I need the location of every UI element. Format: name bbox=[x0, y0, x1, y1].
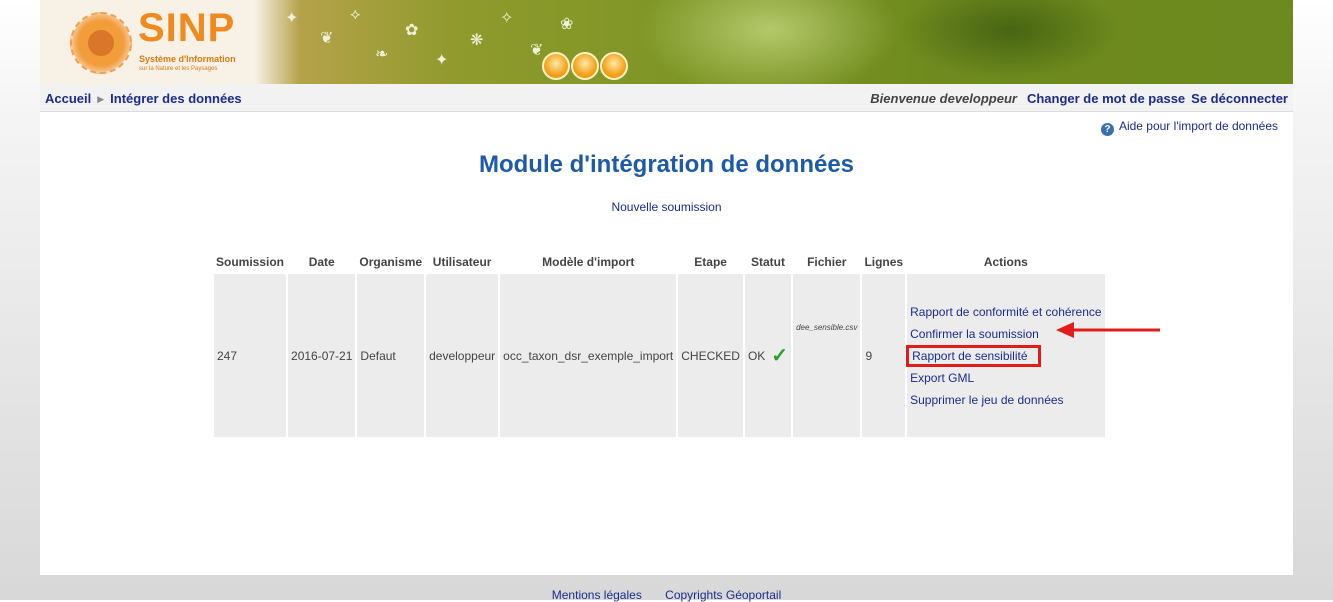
delete-dataset-link[interactable]: Supprimer le jeu de données bbox=[910, 393, 1063, 407]
cell-actions: Rapport de conformité et cohérence Confi… bbox=[906, 274, 1105, 437]
cell-model: occ_taxon_dsr_exemple_import bbox=[500, 274, 677, 437]
column-header-utilisateur: Utilisateur bbox=[432, 255, 492, 269]
export-gml-link[interactable]: Export GML bbox=[910, 371, 974, 385]
breadcrumb-current-link[interactable]: Intégrer des données bbox=[110, 91, 241, 106]
table-row: 247 2016-07-21 Defaut developpeur occ_ta… bbox=[214, 274, 1105, 437]
fish-silhouette-icon: ⟡ bbox=[350, 6, 361, 23]
logo-name: SINP bbox=[138, 6, 236, 50]
bird-silhouette-icon: ✦ bbox=[435, 52, 449, 69]
sinp-logo-emblem bbox=[70, 12, 132, 74]
column-header-lignes: Lignes bbox=[864, 255, 904, 269]
help-link[interactable]: ? Aide pour l'import de données bbox=[1100, 119, 1278, 136]
bird-silhouette-icon: ✧ bbox=[500, 10, 514, 27]
cell-status: OK ✓ bbox=[744, 274, 792, 437]
plant-silhouette-icon: ❧ bbox=[375, 46, 389, 63]
new-submission-link[interactable]: Nouvelle soumission bbox=[611, 200, 721, 214]
cell-lines: 9 bbox=[862, 274, 906, 437]
column-header-etape: Etape bbox=[694, 255, 727, 269]
column-header-fichier: Fichier bbox=[807, 255, 847, 269]
cell-submission: 247 bbox=[214, 274, 287, 437]
theme-icon-3 bbox=[600, 52, 628, 80]
cell-file: dee_sensible.csv bbox=[793, 274, 861, 437]
main-panel: ? Aide pour l'import de données Module d'… bbox=[40, 112, 1293, 575]
column-header-soumission: Soumission bbox=[216, 255, 285, 269]
cell-user: developpeur bbox=[426, 274, 499, 437]
banner-shade bbox=[900, 0, 1120, 80]
bird-silhouette-icon: ✦ bbox=[285, 10, 299, 27]
banner-glow bbox=[640, 0, 900, 84]
page-title: Module d'intégration de données bbox=[478, 151, 855, 178]
logo-subtitle-small: sur la Nature et les Paysages bbox=[139, 66, 218, 72]
cell-step: CHECKED bbox=[678, 274, 743, 437]
user-box: Bienvenue developpeur Changer de mot de p… bbox=[870, 91, 1288, 106]
header-banner: SINP Système d'Information sur la Nature… bbox=[40, 0, 1293, 84]
annotation-arrow-icon bbox=[1056, 322, 1160, 338]
column-header-statut: Statut bbox=[751, 255, 785, 269]
leaf-silhouette-icon: ❦ bbox=[530, 42, 544, 59]
confirm-submission-link[interactable]: Confirmer la soumission bbox=[910, 327, 1039, 341]
breadcrumb-home-link[interactable]: Accueil bbox=[45, 91, 91, 106]
check-icon: ✓ bbox=[771, 345, 789, 367]
conformity-report-link[interactable]: Rapport de conformité et cohérence bbox=[910, 305, 1101, 319]
theme-icon-2 bbox=[571, 52, 599, 80]
logo-subtitle: Système d'Information bbox=[139, 54, 236, 64]
top-nav-bar: Accueil ▶ Intégrer des données Bienvenue d… bbox=[40, 84, 1293, 112]
change-password-link[interactable]: Changer de mot de passe bbox=[1027, 91, 1185, 106]
column-header-actions: Actions bbox=[983, 255, 1028, 269]
status-text: OK bbox=[747, 349, 766, 363]
help-link-label: Aide pour l'import de données bbox=[1118, 119, 1278, 133]
cell-date: 2016-07-21 bbox=[288, 274, 356, 437]
new-submission: Nouvelle soumission bbox=[40, 200, 1293, 214]
animal-silhouette-icon: ✿ bbox=[405, 22, 419, 39]
column-header-modele: Modèle d'import bbox=[542, 255, 635, 269]
logout-link[interactable]: Se déconnecter bbox=[1191, 91, 1288, 106]
submissions-table: Soumission Date Organisme Utilisateur Mo… bbox=[212, 250, 1107, 439]
butterfly-silhouette-icon: ❀ bbox=[560, 16, 574, 33]
welcome-text: Bienvenue developpeur bbox=[870, 91, 1017, 106]
sensitivity-report-link[interactable]: Rapport de sensibilité bbox=[906, 344, 1041, 367]
table-header-row: Soumission Date Organisme Utilisateur Mo… bbox=[214, 252, 1105, 272]
breadcrumb: Accueil ▶ Intégrer des données bbox=[45, 91, 242, 106]
column-header-date: Date bbox=[308, 255, 335, 269]
help-icon: ? bbox=[1100, 123, 1114, 136]
column-header-organisme: Organisme bbox=[359, 255, 423, 269]
chevron-right-icon: ▶ bbox=[97, 94, 105, 104]
cell-organism: Defaut bbox=[357, 274, 425, 437]
insect-silhouette-icon: ❋ bbox=[470, 32, 484, 49]
leaf-silhouette-icon: ❦ bbox=[320, 30, 334, 47]
theme-icon-1 bbox=[542, 52, 570, 80]
